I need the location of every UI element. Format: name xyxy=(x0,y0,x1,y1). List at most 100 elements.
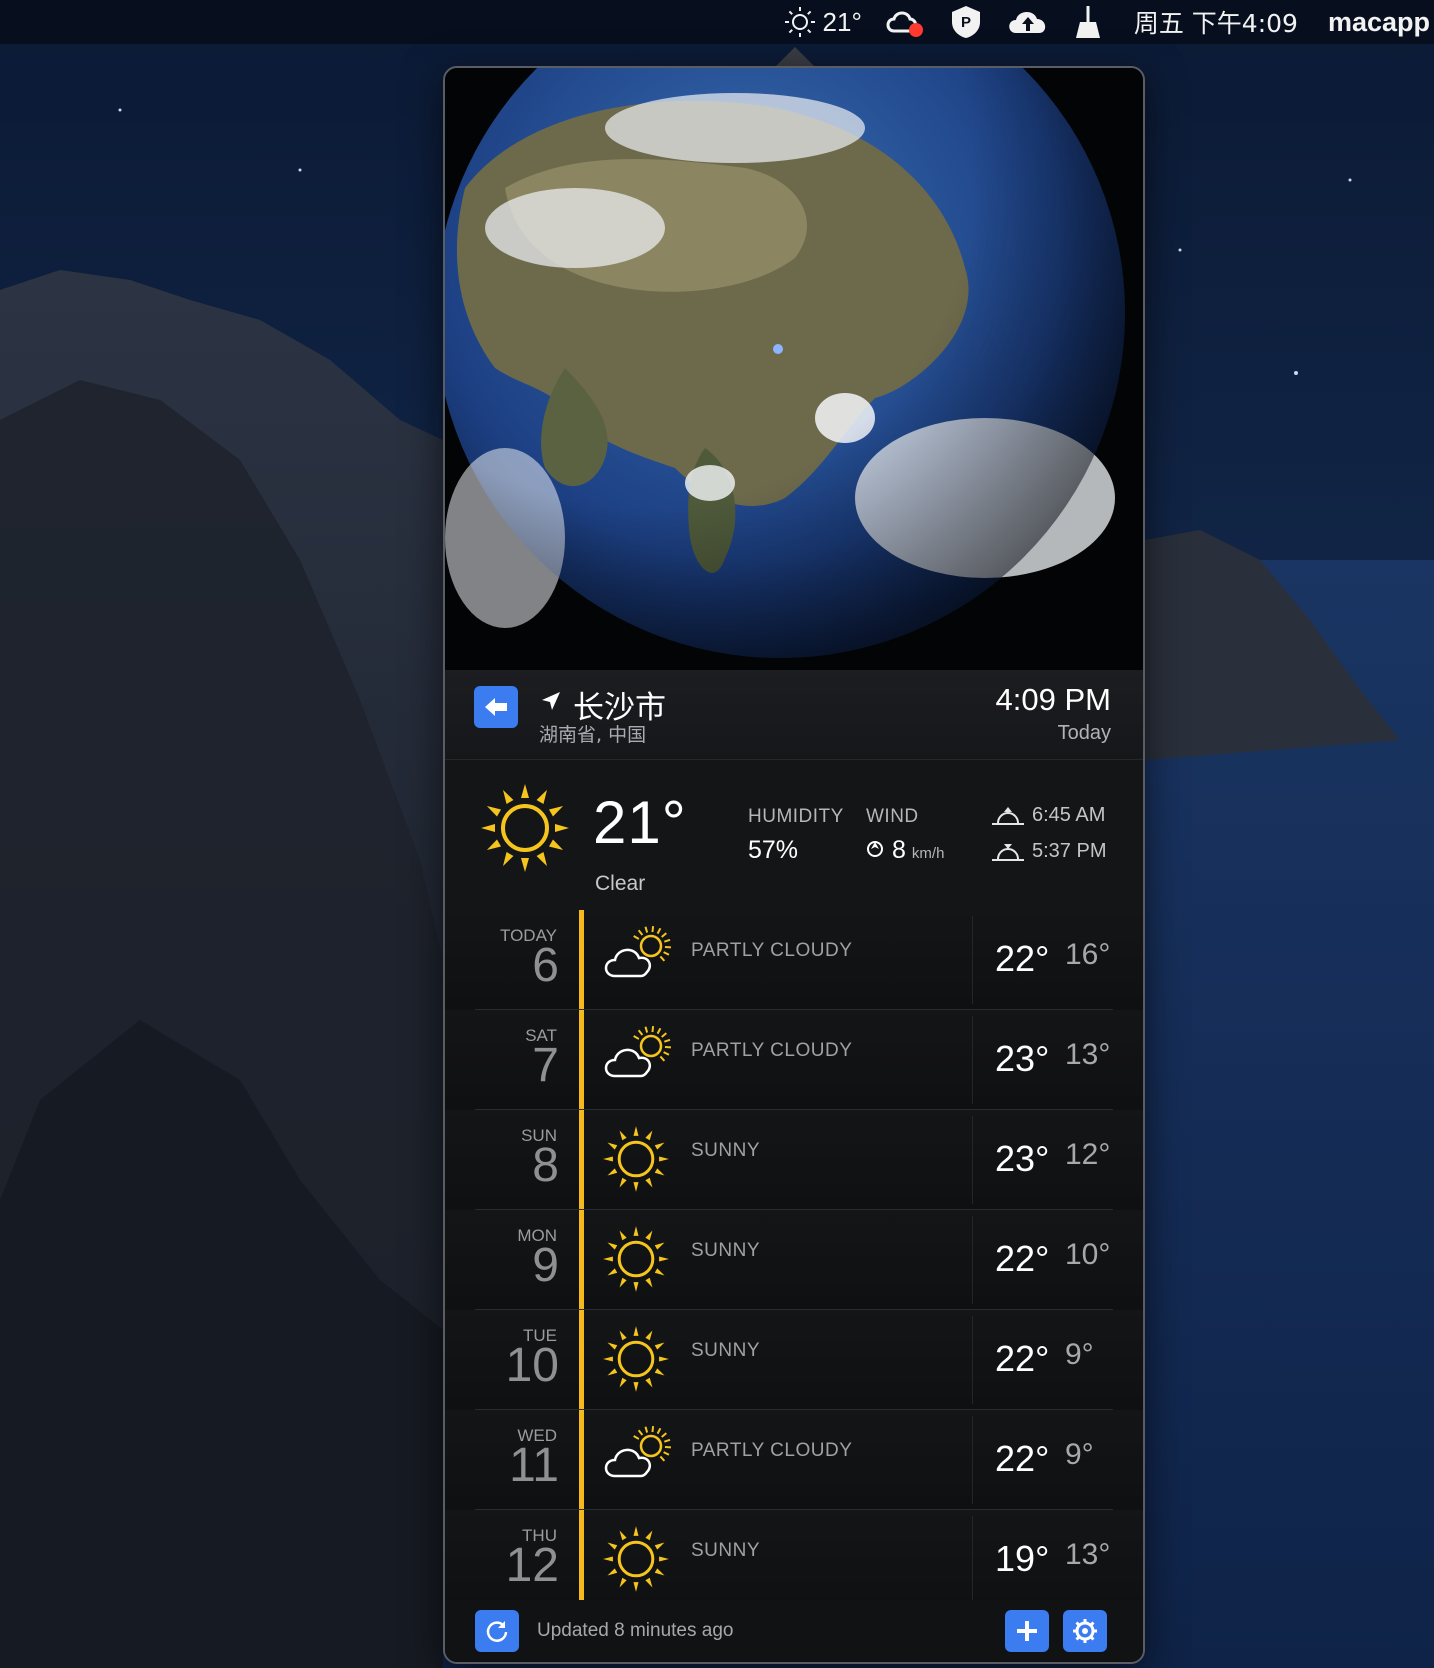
forecast-date: 9 xyxy=(532,1239,559,1292)
current-temperature: 21° xyxy=(593,789,687,856)
forecast-high: 23° xyxy=(995,1038,1050,1079)
sunrise-icon xyxy=(992,806,1024,825)
forecast-condition: SUNNY xyxy=(691,1140,761,1161)
forecast-low: 9° xyxy=(1065,1438,1094,1471)
sunrise-info: 6:45 AM xyxy=(990,804,1105,827)
cloud-upload-icon[interactable] xyxy=(1006,5,1050,39)
partly-cloudy-icon xyxy=(601,1024,673,1089)
sun-icon xyxy=(784,7,815,37)
wind-direction-icon xyxy=(867,841,883,857)
forecast-date: 10 xyxy=(505,1339,559,1392)
forecast-date: 6 xyxy=(532,939,559,992)
sunset-icon xyxy=(992,843,1024,861)
plus-icon xyxy=(1017,1621,1037,1641)
sunny-icon xyxy=(601,1124,671,1199)
region-name: 湖南省, 中国 xyxy=(539,724,647,746)
forecast-low: 12° xyxy=(1065,1138,1111,1171)
forecast-high: 22° xyxy=(995,938,1050,979)
forecast-row[interactable]: THU 12 SUNNY 19° 13° xyxy=(445,1510,1143,1610)
forecast-condition: SUNNY xyxy=(691,1340,761,1361)
back-arrow-icon xyxy=(485,698,507,716)
paw-shield-icon[interactable]: P xyxy=(948,4,984,40)
wind-speed: 8 xyxy=(892,836,906,864)
last-updated-text: Updated 8 minutes ago xyxy=(537,1620,734,1641)
current-condition: Clear xyxy=(595,872,646,895)
refresh-icon xyxy=(486,1621,508,1642)
forecast-row[interactable]: TUE 10 SUNNY 22° 9° xyxy=(445,1310,1143,1410)
menubar-weather[interactable]: 21° xyxy=(783,5,862,39)
forecast-low: 10° xyxy=(1065,1238,1111,1271)
sun-icon xyxy=(481,784,569,872)
sunny-icon xyxy=(601,1224,671,1299)
wind-value-group: 8 km/h xyxy=(866,836,944,865)
forecast-high: 19° xyxy=(995,1538,1050,1579)
forecast-low: 16° xyxy=(1065,938,1111,971)
forecast-accent-bar xyxy=(579,1510,584,1610)
forecast-divider xyxy=(972,1016,973,1104)
popover-footer: Updated 8 minutes ago xyxy=(445,1600,1143,1662)
menubar-temperature: 21° xyxy=(822,6,862,37)
forecast-low: 9° xyxy=(1065,1338,1094,1371)
local-day: Today xyxy=(1057,722,1111,744)
forecast-condition: SUNNY xyxy=(691,1540,761,1561)
forecast-date: 11 xyxy=(509,1439,559,1492)
forecast-condition: SUNNY xyxy=(691,1240,761,1261)
forecast-accent-bar xyxy=(579,1410,584,1510)
forecast-accent-bar xyxy=(579,1210,584,1310)
forecast-accent-bar xyxy=(579,910,584,1010)
forecast-divider xyxy=(972,1316,973,1404)
forecast-low: 13° xyxy=(1065,1038,1111,1071)
forecast-condition: PARTLY CLOUDY xyxy=(691,940,853,961)
broom-icon[interactable] xyxy=(1072,4,1104,40)
location-header: 长沙市 湖南省, 中国 4:09 PM Today xyxy=(445,670,1143,760)
forecast-divider xyxy=(972,916,973,1004)
menu-bar: 21° P 周五 下午4:09 macapp xyxy=(0,0,1434,44)
wind-unit: km/h xyxy=(911,845,945,862)
wind-label: WIND xyxy=(866,806,919,827)
earth-globe-view[interactable] xyxy=(445,68,1143,670)
forecast-condition: PARTLY CLOUDY xyxy=(691,1440,853,1461)
forecast-date: 12 xyxy=(505,1539,559,1592)
forecast-divider xyxy=(972,1116,973,1204)
location-arrow-icon xyxy=(542,692,560,710)
sunset-info: 5:37 PM xyxy=(990,840,1106,863)
popover-arrow xyxy=(775,47,815,67)
sunny-icon xyxy=(601,1324,671,1399)
partly-cloudy-icon xyxy=(601,924,673,989)
forecast-accent-bar xyxy=(579,1010,584,1110)
forecast-divider xyxy=(972,1516,973,1604)
creative-cloud-icon[interactable] xyxy=(884,5,926,39)
forecast-row[interactable]: TODAY 6 PARTLY CLOUDY 22° 16° xyxy=(445,910,1143,1010)
weather-popover: 长沙市 湖南省, 中国 4:09 PM Today 21° Clear HUMI… xyxy=(443,66,1145,1664)
forecast-date: 8 xyxy=(532,1139,559,1192)
back-button[interactable] xyxy=(474,686,518,728)
forecast-list: TODAY 6 PARTLY CLOUDY 22° 16° SAT 7 PART… xyxy=(445,910,1143,1610)
forecast-row[interactable]: SAT 7 PARTLY CLOUDY 23° 13° xyxy=(445,1010,1143,1110)
humidity-label: HUMIDITY xyxy=(748,806,844,827)
forecast-high: 22° xyxy=(995,1438,1050,1479)
forecast-divider xyxy=(972,1216,973,1304)
current-conditions: 21° Clear HUMIDITY 57% WIND 8 km/h 6:45 … xyxy=(445,760,1143,910)
menubar-app-name[interactable]: macapp xyxy=(1328,7,1430,38)
forecast-low: 13° xyxy=(1065,1538,1111,1571)
forecast-accent-bar xyxy=(579,1310,584,1410)
humidity-value: 57% xyxy=(748,836,799,864)
sunny-icon xyxy=(601,1524,671,1599)
forecast-row[interactable]: MON 9 SUNNY 22° 10° xyxy=(445,1210,1143,1310)
refresh-button[interactable] xyxy=(475,1610,519,1652)
sunset-time: 5:37 PM xyxy=(1032,840,1107,862)
forecast-date: 7 xyxy=(532,1039,559,1092)
partly-cloudy-icon xyxy=(601,1424,673,1489)
gear-icon xyxy=(1073,1619,1097,1643)
forecast-accent-bar xyxy=(579,1110,584,1210)
forecast-divider xyxy=(972,1416,973,1504)
forecast-high: 22° xyxy=(995,1338,1050,1379)
forecast-high: 22° xyxy=(995,1238,1050,1279)
forecast-row[interactable]: WED 11 PARTLY CLOUDY 22° 9° xyxy=(445,1410,1143,1510)
settings-button[interactable] xyxy=(1063,1610,1107,1652)
forecast-condition: PARTLY CLOUDY xyxy=(691,1040,853,1061)
forecast-row[interactable]: SUN 8 SUNNY 23° 12° xyxy=(445,1110,1143,1210)
add-location-button[interactable] xyxy=(1005,1610,1049,1652)
menubar-clock[interactable]: 周五 下午4:09 xyxy=(1134,4,1298,40)
sunrise-time: 6:45 AM xyxy=(1032,804,1106,826)
